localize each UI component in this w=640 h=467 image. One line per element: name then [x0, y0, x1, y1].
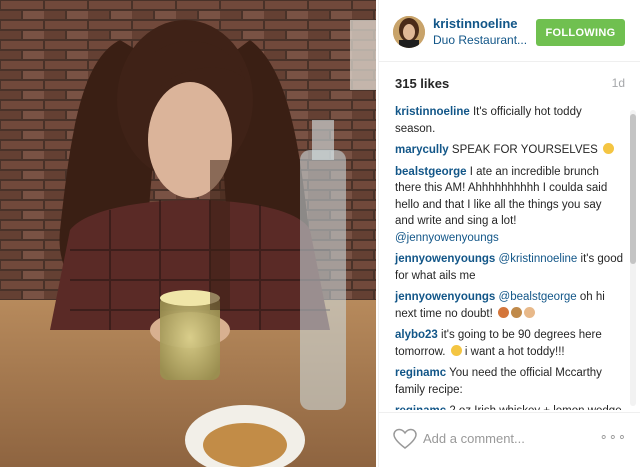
- post-header: kristinnoeline Duo Restaurant... FOLLOWI…: [379, 0, 640, 62]
- comment-author-link[interactable]: reginamc: [395, 367, 446, 379]
- comment-text: SPEAK FOR YOURSELVES: [448, 144, 602, 156]
- comment-author-link[interactable]: jennyowenyoungs: [395, 253, 495, 265]
- comment-item: alybo23 it's going to be 90 degrees here…: [395, 327, 623, 360]
- emoji-icon: [524, 306, 536, 318]
- comment-item: reginamc 2 oz Irish whiskey + lemon wedg…: [395, 403, 623, 410]
- comment-text: i want a hot toddy!!!: [461, 345, 565, 358]
- post-age[interactable]: 1d: [612, 76, 625, 90]
- comment-item: reginamc You need the official Mccarthy …: [395, 365, 623, 398]
- avatar-image: [393, 16, 425, 48]
- post-details-panel: kristinnoeline Duo Restaurant... FOLLOWI…: [378, 0, 640, 467]
- heart-outline-icon[interactable]: [393, 428, 417, 450]
- emoji-icon: [603, 143, 615, 154]
- comment-author-link[interactable]: bealstgeorge: [395, 166, 467, 178]
- comment-item: kristinnoeline It's officially hot toddy…: [395, 104, 623, 137]
- following-button[interactable]: FOLLOWING: [536, 19, 625, 46]
- add-comment-input[interactable]: [423, 426, 583, 450]
- emoji-icon: [450, 344, 462, 356]
- location-link[interactable]: Duo Restaurant...: [433, 33, 527, 47]
- mention-link[interactable]: @kristinnoeline: [499, 253, 578, 265]
- emoji-icon: [498, 306, 510, 318]
- mention-link[interactable]: @jennyowenyoungs: [395, 232, 499, 244]
- mention-link[interactable]: @bealstgeorge: [499, 291, 577, 303]
- comment-author-link[interactable]: kristinnoeline: [395, 106, 470, 118]
- comments-scrollbar[interactable]: [630, 110, 636, 406]
- comment-author-link[interactable]: reginamc: [395, 405, 446, 410]
- comment-author-link[interactable]: jennyowenyoungs: [395, 291, 495, 303]
- comment-item: jennyowenyoungs @bealstgeorge oh hi next…: [395, 289, 623, 322]
- comments-list: kristinnoeline It's officially hot toddy…: [379, 104, 640, 410]
- photo-illustration: [0, 0, 376, 467]
- comment-author-link[interactable]: alybo23: [395, 329, 438, 341]
- comment-item: marycully SPEAK FOR YOURSELVES: [395, 142, 623, 159]
- comment-item: jennyowenyoungs @kristinnoeline it's goo…: [395, 251, 623, 284]
- post-photo[interactable]: [0, 0, 376, 467]
- post-stats: 315 likes 1d: [379, 62, 640, 100]
- scrollbar-thumb[interactable]: [630, 114, 636, 264]
- comment-item: bealstgeorge I ate an incredible brunch …: [395, 164, 623, 247]
- avatar[interactable]: [393, 16, 425, 48]
- comments-scroll-area[interactable]: kristinnoeline It's officially hot toddy…: [379, 104, 640, 410]
- username-link[interactable]: kristinnoeline: [433, 16, 518, 31]
- emoji-icon: [511, 306, 523, 318]
- more-options-icon[interactable]: ∘∘∘: [600, 429, 627, 445]
- likes-count[interactable]: 315 likes: [395, 76, 449, 91]
- comment-author-link[interactable]: marycully: [395, 144, 449, 156]
- post-footer: ∘∘∘: [379, 412, 640, 467]
